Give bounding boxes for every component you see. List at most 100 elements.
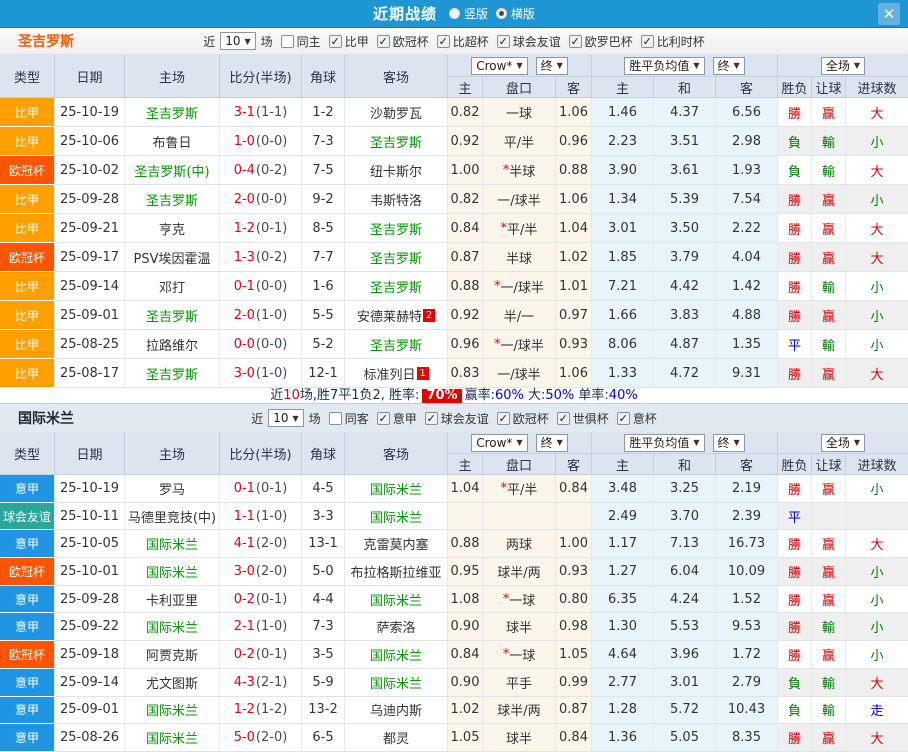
result-handicap-cell: 赢 bbox=[812, 724, 846, 752]
league-checkbox-1[interactable]: ✓ bbox=[424, 411, 438, 425]
home-team-name: 布鲁日 bbox=[152, 135, 192, 151]
avg-draw-cell: 3.70 bbox=[654, 502, 716, 531]
league-checkbox-0[interactable]: ✓ bbox=[328, 34, 342, 48]
halftime-score: (1-0) bbox=[255, 508, 288, 524]
team-name: 国际米兰 bbox=[18, 411, 74, 427]
halftime-score: (0-2) bbox=[255, 162, 288, 178]
radio-icon[interactable] bbox=[448, 8, 460, 19]
away-team-name: 纽卡斯尔 bbox=[369, 164, 422, 180]
result-wdl-cell: 平 bbox=[778, 502, 812, 531]
halftime-score: (2-0) bbox=[255, 536, 288, 552]
col-type-header: 类型 bbox=[0, 432, 55, 475]
handicap-text: 半/一 bbox=[503, 309, 535, 325]
match-row: 欧冠杯 25-09-17 PSV埃因霍温 1-3 (0-2) 7-7 圣吉罗斯 0.87 半球 1… bbox=[0, 243, 908, 272]
league-checkbox-4[interactable]: ✓ bbox=[616, 411, 630, 425]
league-checkbox-3[interactable]: ✓ bbox=[496, 34, 510, 48]
chevron-down-icon: ▼ bbox=[693, 61, 700, 70]
radio-icon[interactable] bbox=[496, 8, 507, 19]
avg-lose-cell: 10.09 bbox=[716, 558, 778, 586]
avg-win-cell: 1.34 bbox=[592, 185, 654, 214]
corner-cell: 6-5 bbox=[302, 724, 345, 752]
halftime-score: (0-0) bbox=[255, 278, 288, 294]
league-checkbox-4[interactable]: ✓ bbox=[568, 34, 582, 48]
final-dropdown[interactable]: 终 ▼ bbox=[535, 56, 568, 75]
home-team-cell: 国际米兰 bbox=[125, 530, 220, 559]
home-team-name: 圣吉罗斯(中) bbox=[134, 164, 210, 180]
fulltime-score: 2-1 bbox=[233, 619, 255, 635]
same-venue-checkbox[interactable] bbox=[280, 34, 294, 48]
avg-dropdown[interactable]: 胜平负均值 ▼ bbox=[624, 433, 705, 452]
handicap-text: 平/半 bbox=[507, 222, 538, 238]
league-checkbox-5[interactable]: ✓ bbox=[640, 34, 654, 48]
final2-dropdown[interactable]: 终 ▼ bbox=[712, 56, 745, 75]
handicap-text: 平/半 bbox=[503, 135, 535, 151]
score-cell: 0-4 (0-2) bbox=[220, 156, 302, 185]
avg-win-cell: 1.36 bbox=[592, 724, 654, 752]
same-venue-checkbox[interactable] bbox=[328, 411, 342, 425]
handicap-text: 一球 bbox=[505, 106, 532, 122]
score-cell: 1-0 (0-0) bbox=[220, 127, 302, 156]
away-team-name: 安德莱赫特 bbox=[356, 309, 422, 325]
avg-win-cell: 1.46 bbox=[592, 98, 654, 127]
score-cell: 3-0 (1-0) bbox=[220, 359, 302, 388]
match-row: 意甲 25-10-05 国际米兰 4-1 (2-0) 13-1 克雷莫内塞 0.88 两球 1.0… bbox=[0, 530, 908, 559]
away-team-name: 国际米兰 bbox=[369, 648, 422, 664]
handicap-cell: * 一球 bbox=[483, 641, 556, 669]
crow-dropdown[interactable]: Crow* ▼ bbox=[471, 56, 528, 75]
league-checkbox-2[interactable]: ✓ bbox=[496, 411, 510, 425]
fulltime-score: 3-0 bbox=[233, 365, 255, 381]
radio-vertical-layout[interactable]: 竖版 bbox=[448, 5, 488, 22]
home-team-cell: 圣吉罗斯 bbox=[125, 359, 220, 388]
final2-dropdown[interactable]: 终 ▼ bbox=[712, 433, 745, 452]
away-team-cell: 国际米兰 bbox=[345, 641, 448, 669]
corner-cell: 4-4 bbox=[302, 585, 345, 614]
result-handicap-cell: 輸 bbox=[812, 613, 846, 642]
crow-dropdown-value: Crow* bbox=[476, 435, 513, 450]
result-handicap-cell: 赢 bbox=[812, 98, 846, 127]
away-team-cell: 国际米兰 bbox=[345, 585, 448, 614]
date-cell: 25-09-01 bbox=[55, 696, 125, 725]
away-team-cell: 萨索洛 bbox=[345, 613, 448, 642]
handicap-text: 一/球半 bbox=[500, 280, 544, 296]
close-icon[interactable]: ✕ bbox=[878, 3, 900, 25]
avg-draw-cell: 5.05 bbox=[654, 724, 716, 752]
final-dropdown[interactable]: 终 ▼ bbox=[535, 433, 568, 452]
fullmatch-dropdown[interactable]: 全场 ▼ bbox=[820, 56, 866, 75]
col-corner-header: 角球 bbox=[302, 55, 345, 98]
odds-home-cell: 0.82 bbox=[448, 185, 483, 214]
home-team-name: 罗马 bbox=[158, 482, 185, 498]
date-cell: 25-09-21 bbox=[55, 214, 125, 243]
halftime-score: (0-0) bbox=[255, 133, 288, 149]
table-body-1: 意甲 25-10-19 罗马 0-1 (0-1) 4-5 国际米兰 1.04 * 平/半 0.84 3… bbox=[0, 475, 908, 752]
result-goals-cell: 大 bbox=[846, 243, 908, 272]
league-checkbox-2[interactable]: ✓ bbox=[436, 34, 450, 48]
near-count-select[interactable]: 10 ▼ bbox=[268, 409, 304, 427]
league-checkbox-0[interactable]: ✓ bbox=[376, 411, 390, 425]
result-goals-cell: 小 bbox=[846, 185, 908, 214]
near-count-select[interactable]: 10 ▼ bbox=[220, 32, 256, 50]
radio-horizontal-layout[interactable]: 横版 bbox=[496, 5, 535, 22]
avg-lose-cell: 4.88 bbox=[716, 301, 778, 330]
avg-dropdown[interactable]: 胜平负均值 ▼ bbox=[624, 56, 705, 75]
fullmatch-dropdown[interactable]: 全场 ▼ bbox=[820, 433, 866, 452]
match-row: 意甲 25-10-19 罗马 0-1 (0-1) 4-5 国际米兰 1.04 * 平/半 0.84 3… bbox=[0, 475, 908, 503]
result-handicap-cell: 輸 bbox=[812, 330, 846, 359]
match-row: 意甲 25-09-28 卡利亚里 0-2 (0-1) 4-4 国际米兰 1.08 * 一球 0.80… bbox=[0, 585, 908, 614]
league-checkbox-3[interactable]: ✓ bbox=[556, 411, 570, 425]
avg-lose-cell: 1.35 bbox=[716, 330, 778, 359]
league-checkbox-1[interactable]: ✓ bbox=[376, 34, 390, 48]
crow-dropdown[interactable]: Crow* ▼ bbox=[471, 433, 528, 452]
date-cell: 25-09-22 bbox=[55, 613, 125, 642]
odds-away-cell: 1.06 bbox=[556, 359, 592, 388]
match-row: 比甲 25-08-25 拉路维尔 0-0 (0-0) 5-2 圣吉罗斯 0.96 * 一/球半 0.… bbox=[0, 330, 908, 359]
result-goals-cell: 大 bbox=[846, 359, 908, 388]
avg-lose-cell: 1.93 bbox=[716, 156, 778, 185]
same-venue-label: 同主 bbox=[296, 34, 321, 49]
result-wdl-cell: 勝 bbox=[778, 272, 812, 301]
chevron-down-icon: ▼ bbox=[853, 61, 861, 70]
league-label-2: 欧冠杯 bbox=[512, 411, 549, 426]
odds-away-cell: 1.05 bbox=[556, 641, 592, 669]
handicap-text: 一球 bbox=[509, 648, 536, 664]
wdl-average-group-header: 胜平负均值 ▼ 终 ▼ bbox=[592, 55, 778, 77]
recent-results-panel: 近期战绩 竖版 横版 ✕ 圣吉罗斯近 10 ▼ 场同主 ✓ 比甲 ✓ 欧冠杯 ✓ 比超杯 ✓ 球会友谊… bbox=[0, 0, 908, 752]
